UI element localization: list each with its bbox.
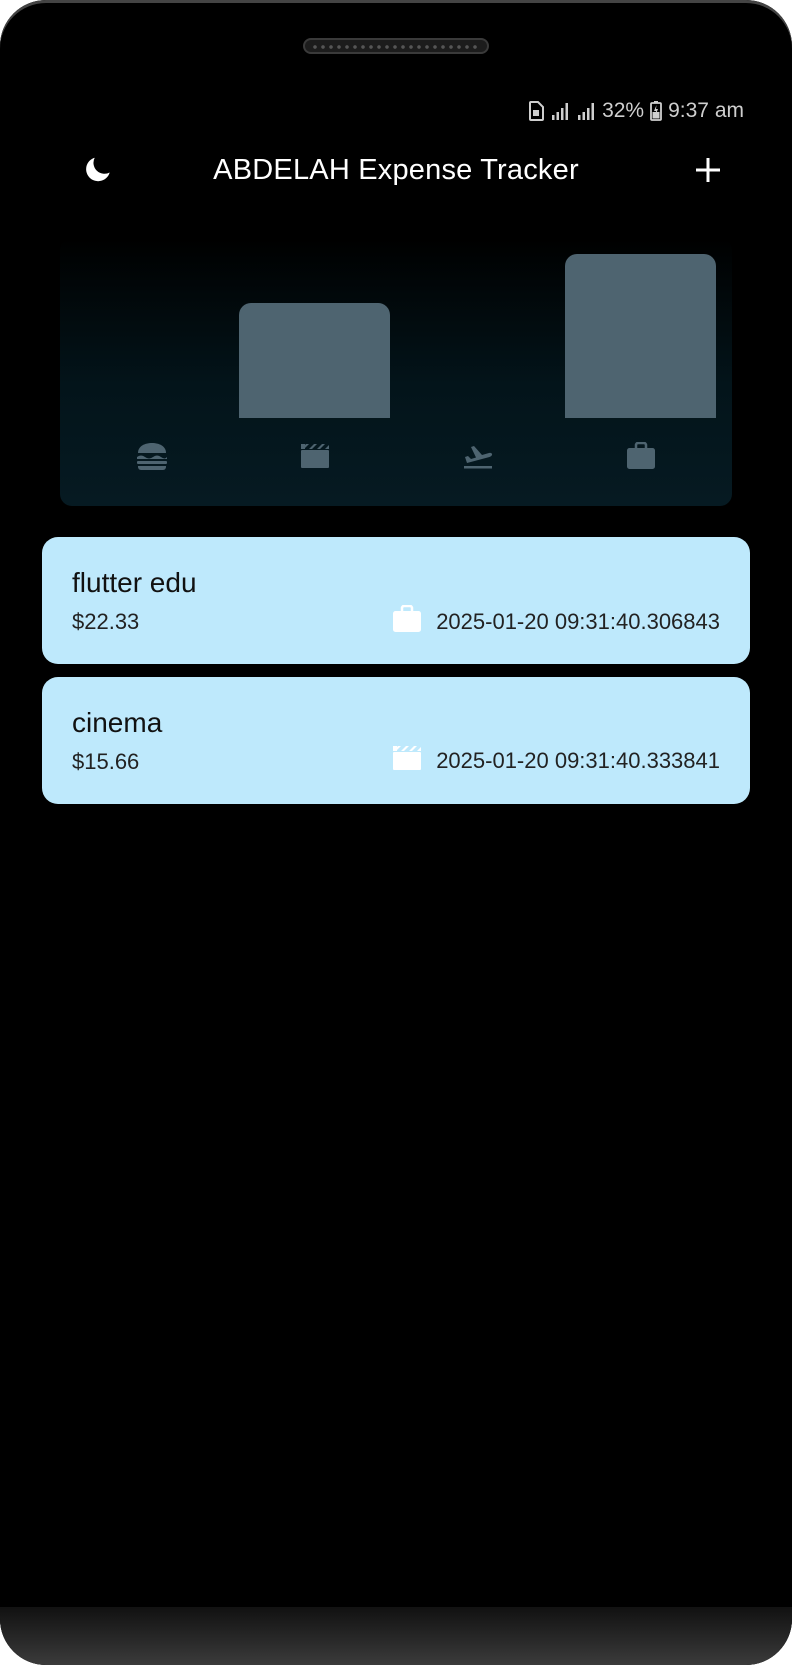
movie-icon	[392, 745, 422, 776]
phone-bottom-bezel	[0, 1607, 792, 1665]
bar-slot-work	[565, 254, 716, 418]
expense-date: 2025-01-20 09:31:40.333841	[436, 747, 720, 773]
burger-icon	[76, 438, 227, 474]
app-bar: ABDELAH Expense Tracker	[0, 140, 792, 202]
expense-title: flutter edu	[72, 567, 197, 598]
sim-icon	[528, 101, 545, 121]
expense-card[interactable]: flutter edu $22.33 2025-01-20 09:31:40.3…	[42, 537, 750, 664]
bar-slot-leisure	[239, 254, 390, 418]
expense-date: 2025-01-20 09:31:40.306843	[436, 608, 720, 634]
expense-amount: $15.66	[72, 749, 140, 774]
briefcase-icon	[565, 438, 716, 474]
briefcase-icon	[392, 604, 422, 638]
movie-icon	[239, 438, 390, 474]
flight-icon	[402, 438, 553, 474]
signal-icon	[550, 101, 570, 121]
app-title: ABDELAH Expense Tracker	[213, 154, 579, 186]
clock-time: 9:37 am	[668, 99, 744, 122]
chart-category-icons	[76, 438, 716, 474]
earpiece-speaker	[303, 38, 489, 54]
status-bar: 32% 9:37 am	[528, 96, 744, 126]
expense-list: flutter edu $22.33 2025-01-20 09:31:40.3…	[42, 537, 750, 817]
battery-percent: 32%	[602, 99, 645, 122]
app-screen: 32% 9:37 am ABDELAH Expense Tracker flut…	[0, 0, 792, 1665]
bar-slot-food	[76, 254, 227, 418]
add-expense-button[interactable]	[686, 150, 730, 194]
expense-card[interactable]: cinema $15.66 2025-01-20 09:31:40.333841	[42, 677, 750, 804]
signal-icon	[576, 101, 596, 121]
chart-bar-work	[565, 254, 716, 418]
battery-icon	[650, 101, 663, 121]
chart-bars	[76, 254, 716, 418]
expense-meta: 2025-01-20 09:31:40.333841	[392, 745, 720, 776]
chart-bar-leisure	[239, 303, 390, 418]
phone-frame: 32% 9:37 am ABDELAH Expense Tracker flut…	[0, 0, 792, 1665]
bar-slot-travel	[402, 254, 553, 418]
expense-amount: $22.33	[72, 609, 140, 634]
plus-icon	[695, 157, 721, 188]
expense-chart	[60, 238, 732, 506]
expense-meta: 2025-01-20 09:31:40.306843	[392, 604, 720, 638]
expense-title: cinema	[72, 707, 163, 738]
